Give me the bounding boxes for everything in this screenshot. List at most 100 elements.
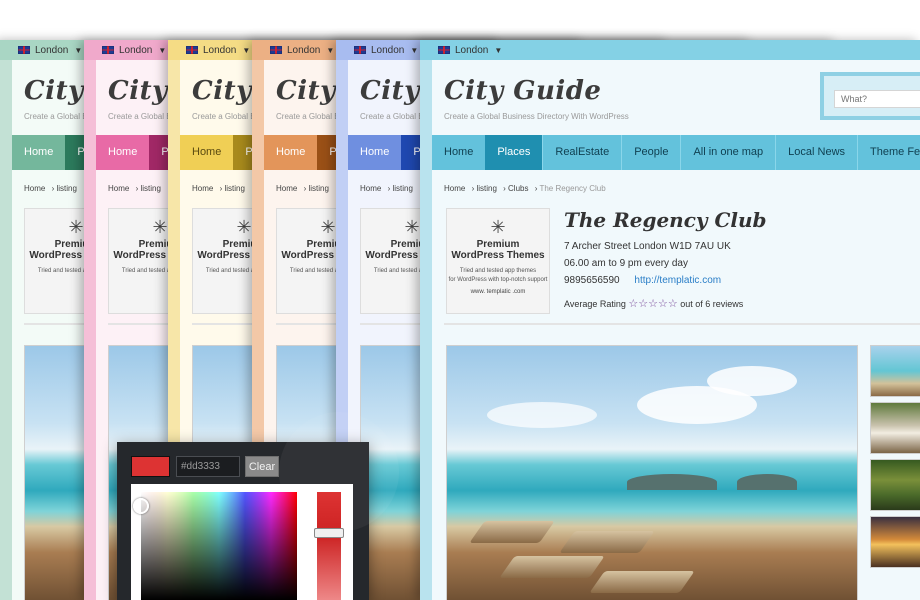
chevron-down-icon: ▼ (74, 45, 83, 55)
nav-home[interactable]: Home (348, 135, 401, 170)
nav-home[interactable]: Home (12, 135, 65, 170)
chevron-down-icon: ▼ (494, 45, 503, 55)
cloud-shape (707, 366, 797, 396)
listing-title: The Regency Club (564, 208, 767, 232)
city-selector[interactable]: London (287, 45, 320, 56)
breadcrumb-listing[interactable]: listing (392, 184, 412, 193)
chevron-down-icon: ▼ (410, 45, 419, 55)
star-rating-icon[interactable]: ☆☆☆☆☆ (628, 298, 677, 310)
chevron-down-icon: ▼ (326, 45, 335, 55)
hero-image[interactable] (446, 345, 858, 600)
rating-label: Average Rating (564, 299, 626, 309)
uk-flag-icon (354, 46, 366, 54)
nav-home[interactable]: Home (96, 135, 149, 170)
nav-home[interactable]: Home (180, 135, 233, 170)
clear-button[interactable]: Clear (245, 456, 279, 477)
ad-url: www. templatic .com (470, 289, 526, 295)
breadcrumb-clubs[interactable]: Clubs (508, 184, 528, 193)
chevron-down-icon: ▼ (242, 45, 251, 55)
color-swatch[interactable] (131, 456, 170, 477)
saturation-field[interactable] (141, 492, 297, 600)
listing-contact: 9895656590 http://templatic.com (564, 275, 721, 286)
color-picker: Clear (117, 412, 399, 600)
nav-local-news[interactable]: Local News (775, 135, 857, 170)
island-shape (737, 474, 797, 490)
ad-line3: Tried and tested app themes for WordPres… (447, 267, 549, 285)
uk-flag-icon (18, 46, 30, 54)
site-tagline: Create a Global Business Directory With … (444, 112, 629, 121)
search-input[interactable] (834, 90, 920, 108)
breadcrumb-listing[interactable]: listing (224, 184, 244, 193)
breadcrumb-home[interactable]: Home (108, 184, 129, 193)
top-bar: London ▼ (420, 40, 920, 60)
site-title[interactable]: City Guide (444, 76, 601, 106)
breadcrumb-listing[interactable]: listing (476, 184, 496, 193)
hex-color-input[interactable] (176, 456, 240, 477)
thumbnail-image[interactable] (870, 402, 920, 454)
ad-banner[interactable]: ✳ Premium WordPress Themes Tried and tes… (446, 208, 550, 314)
breadcrumb: Home › listing (24, 184, 77, 193)
nav-theme-features[interactable]: Theme Features (857, 135, 920, 170)
nav-people[interactable]: People (621, 135, 680, 170)
templatic-logo-icon: ✳ (490, 217, 506, 237)
uk-flag-icon (186, 46, 198, 54)
island-shape (627, 474, 717, 490)
uk-flag-icon (270, 46, 282, 54)
breadcrumb: Home › listing (276, 184, 329, 193)
breadcrumb-home[interactable]: Home (444, 184, 465, 193)
uk-flag-icon (102, 46, 114, 54)
city-selector[interactable]: London (455, 45, 488, 56)
nav-places[interactable]: Places (485, 135, 543, 170)
thumbnail-image[interactable] (870, 459, 920, 511)
city-selector[interactable]: London (203, 45, 236, 56)
breadcrumb-home[interactable]: Home (276, 184, 297, 193)
breadcrumb-home[interactable]: Home (192, 184, 213, 193)
thumbnail-image[interactable] (870, 516, 920, 568)
nav-home[interactable]: Home (432, 135, 485, 170)
listing-hours: 06.00 am to 9 pm every day (564, 258, 688, 269)
hue-slider-handle[interactable] (314, 528, 344, 538)
breadcrumb: Home › listing › Clubs › The Regency Clu… (444, 184, 606, 193)
nav-realestate[interactable]: RealEstate (542, 135, 621, 170)
picker-panel (131, 484, 353, 600)
saturation-handle[interactable] (133, 498, 149, 514)
thumbnail-strip (870, 345, 920, 573)
search-box (820, 72, 920, 120)
city-selector[interactable]: London (371, 45, 404, 56)
nav-home[interactable]: Home (264, 135, 317, 170)
side-stripe (0, 60, 12, 600)
listing-website-link[interactable]: http://templatic.com (634, 275, 721, 286)
ad-line3a: Tried and tested app themes (459, 268, 537, 274)
city-selector[interactable]: London (35, 45, 68, 56)
side-stripe (420, 60, 432, 600)
nav-all-in-one-map[interactable]: All in one map (680, 135, 775, 170)
rating-reviews[interactable]: out of 6 reviews (680, 299, 743, 309)
lounge-chair (469, 521, 555, 543)
theme-preview-cyan: London ▼ City Guide Create a Global Busi… (420, 40, 920, 600)
breadcrumb-current: The Regency Club (539, 184, 606, 193)
listing-address: 7 Archer Street London W1D 7AU UK (564, 241, 731, 252)
uk-flag-icon (438, 46, 450, 54)
breadcrumb-listing[interactable]: listing (56, 184, 76, 193)
cloud-shape (487, 402, 597, 428)
ad-line3b: for WordPress with top-notch support (448, 277, 548, 283)
chevron-down-icon: ▼ (158, 45, 167, 55)
hue-slider[interactable] (317, 492, 341, 600)
lounge-chair (499, 556, 605, 578)
breadcrumb: Home › listing (192, 184, 245, 193)
listing-phone: 9895656590 (564, 275, 620, 286)
listing-rating: Average Rating ☆☆☆☆☆ out of 6 reviews (564, 297, 743, 310)
breadcrumb-listing[interactable]: listing (308, 184, 328, 193)
breadcrumb-home[interactable]: Home (360, 184, 381, 193)
breadcrumb-listing[interactable]: listing (140, 184, 160, 193)
lounge-chair (559, 531, 655, 553)
divider (444, 323, 920, 325)
side-stripe (84, 60, 96, 600)
city-selector[interactable]: London (119, 45, 152, 56)
thumbnail-image[interactable] (870, 345, 920, 397)
breadcrumb-home[interactable]: Home (24, 184, 45, 193)
lounge-chair (589, 571, 695, 593)
ad-line2: WordPress Themes (451, 250, 545, 261)
ad-line1: Premium (476, 239, 520, 250)
breadcrumb: Home › listing (108, 184, 161, 193)
